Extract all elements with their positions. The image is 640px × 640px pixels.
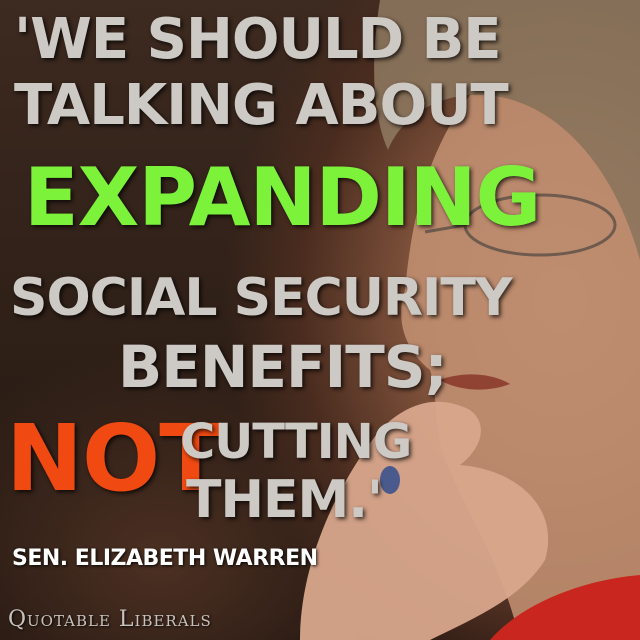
quote-line-7: THEM.' (186, 470, 383, 530)
attribution: SEN. ELIZABETH WARREN (12, 546, 318, 571)
quote-line-6: CUTTING (180, 414, 412, 470)
watermark: Quotable Liberals (8, 607, 212, 632)
quote-meme: 'WE SHOULD BE TALKING ABOUT EXPANDING SO… (0, 0, 640, 640)
quote-line-2: TALKING ABOUT (14, 73, 509, 138)
quote-line-1: 'WE SHOULD BE (14, 7, 502, 72)
ring-shape (380, 466, 400, 494)
quote-line-4: SOCIAL SECURITY (10, 268, 513, 328)
quote-line-3-highlight: EXPANDING (24, 151, 541, 244)
quote-line-5: BENEFITS; (118, 333, 448, 401)
